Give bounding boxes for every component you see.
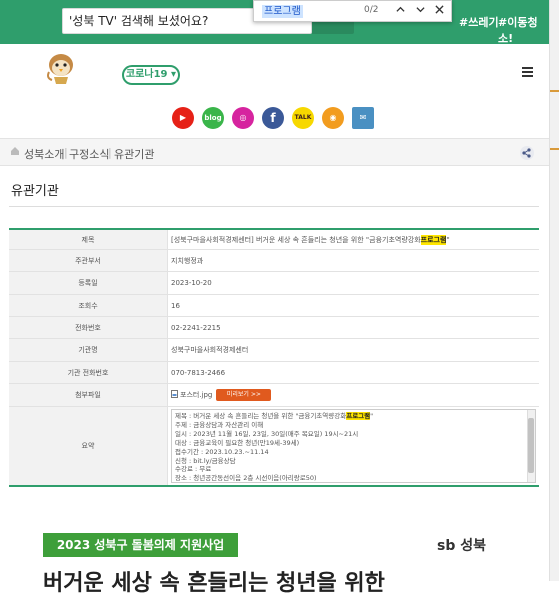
sb-logo: sb 성북 <box>437 538 486 554</box>
breadcrumb-item[interactable]: 구정소식 <box>69 146 109 162</box>
table-row: 조회수 16 <box>9 295 539 317</box>
youtube-icon[interactable]: ▶ <box>172 107 194 129</box>
chevron-up-icon[interactable] <box>392 3 408 19</box>
summary-line: 대상 : 금융교육이 필요한 청년(만19세-39세) <box>175 438 300 447</box>
subject-text: [성북구마을사회적경제센터] 버거운 세상 속 흔들리는 청년을 위한 "금융기… <box>171 235 421 244</box>
date-value: 2023-10-20 <box>171 279 212 287</box>
page-title: 유관기관 <box>11 184 59 199</box>
row-label: 첨부파일 <box>9 384 168 406</box>
table-row: 기관 전화번호 070-7813-2466 <box>9 362 539 384</box>
row-label: 기관 전화번호 <box>9 362 168 383</box>
kakaotalk-icon[interactable]: TALK <box>292 107 314 129</box>
poster-headline: 버거운 세상 속 흔들리는 청년을 위한 <box>43 571 385 596</box>
summary-line: 수강료 : 무료 <box>175 465 212 474</box>
table-row: 기관명 성북구마을사회적경제센터 <box>9 339 539 362</box>
breadcrumb-item[interactable]: 성북소개 <box>24 146 64 162</box>
scroll-marker <box>550 90 559 92</box>
find-bar: 프로그램 0/2 <box>253 0 452 22</box>
summary-textarea[interactable]: 제목 : 버거운 세상 속 흔들리는 청년을 위한 "금융기초역량강화프로그램"… <box>171 409 536 483</box>
close-icon[interactable] <box>431 3 447 19</box>
scroll-marker <box>550 148 559 150</box>
table-row: 전화번호 02-2241-2215 <box>9 317 539 339</box>
row-label: 주관부서 <box>9 250 168 271</box>
find-highlight: 프로그램 <box>346 412 371 420</box>
row-label: 요약 <box>9 407 168 485</box>
breadcrumb-separator: | <box>64 146 68 159</box>
hashtag-trash[interactable]: #쓰레기 <box>459 14 499 30</box>
find-highlight: 프로그램 <box>420 234 447 245</box>
attachment-link[interactable]: 포스터.jpg <box>180 390 212 400</box>
row-label: 조회수 <box>9 295 168 316</box>
newsletter-icon[interactable]: ✉ <box>352 107 374 129</box>
table-row: 제목 [성북구마을사회적경제센터] 버거운 세상 속 흔들리는 청년을 위한 "… <box>9 230 539 250</box>
kakaostory-icon[interactable]: ◉ <box>322 107 344 129</box>
org-phone-value: 070-7813-2466 <box>171 368 226 377</box>
summary-value: 제목 : 버거운 세상 속 흔들리는 청년을 위한 "금융기초역량강화프로그램"… <box>168 407 539 485</box>
views-value: 16 <box>171 301 180 310</box>
mascot-logo[interactable] <box>44 48 78 88</box>
menu-icon[interactable] <box>522 67 533 78</box>
phone-value: 02-2241-2215 <box>171 323 221 332</box>
find-count: 0/2 <box>364 5 379 15</box>
chevron-down-icon[interactable] <box>412 3 428 19</box>
home-icon[interactable] <box>10 146 20 159</box>
table-row: 요약 제목 : 버거운 세상 속 흔들리는 청년을 위한 "금융기초역량강화프로… <box>9 407 539 485</box>
row-label: 전화번호 <box>9 317 168 338</box>
breadcrumb-item[interactable]: 유관기관 <box>114 146 154 162</box>
summary-line: 제목 : 버거운 세상 속 흔들리는 청년을 위한 "금융기초역량강화프로그램" <box>175 412 374 420</box>
detail-table: 제목 [성북구마을사회적경제센터] 버거운 세상 속 흔들리는 청년을 위한 "… <box>9 228 539 487</box>
table-row: 주관부서 지치행정과 <box>9 250 539 272</box>
summary-line: 주제 : 금융상담과 자산관리 이해 <box>175 420 264 429</box>
table-row: 첨부파일 포스터.jpg 미리보기 >> <box>9 384 539 407</box>
page-scrollbar[interactable] <box>549 0 559 581</box>
blog-icon[interactable]: blog <box>202 107 224 129</box>
share-icon[interactable] <box>520 146 534 160</box>
subject-text-end: " <box>446 235 450 244</box>
preview-label: 미리보기 <box>226 391 249 398</box>
summary-line: 신청 : bit.ly/금융상담 <box>175 456 236 465</box>
table-row: 등록일 2023-10-20 <box>9 272 539 295</box>
org-value: 성북구마을사회적경제센터 <box>171 346 249 354</box>
dept-value: 지치행정과 <box>171 256 204 265</box>
breadcrumb: 성북소개 | 구정소식 | 유관기관 <box>0 138 549 166</box>
covid19-button[interactable]: 코로나19 ▾ <box>122 65 180 85</box>
file-icon <box>171 390 178 400</box>
poster-banner: 2023 성북구 돌봄의제 지원사업 <box>43 533 238 557</box>
summary-scroll-thumb[interactable] <box>528 418 534 473</box>
row-label: 제목 <box>9 230 168 249</box>
hashtag-clean[interactable]: #이동청소! <box>498 14 549 46</box>
instagram-icon[interactable]: ◎ <box>232 107 254 129</box>
preview-button[interactable]: 미리보기 >> <box>216 389 272 401</box>
breadcrumb-separator: | <box>108 146 112 159</box>
find-input[interactable]: 프로그램 <box>262 5 303 18</box>
summary-line: 일시 : 2023년 11월 16일, 23일, 30일(매주 목요일) 19시… <box>175 429 359 438</box>
summary-line: 접수기간 : 2023.10.23.~11.14 <box>175 447 269 456</box>
summary-line: 장소 : 청년공간동선이음 2층 시선이음(아리랑로50) <box>175 474 317 483</box>
row-label: 기관명 <box>9 339 168 361</box>
facebook-icon[interactable]: f <box>262 107 284 129</box>
attachment-value: 포스터.jpg 미리보기 >> <box>168 384 539 406</box>
divider <box>9 206 539 207</box>
row-label: 등록일 <box>9 272 168 294</box>
subject-value: [성북구마을사회적경제센터] 버거운 세상 속 흔들리는 청년을 위한 "금융기… <box>168 230 539 249</box>
